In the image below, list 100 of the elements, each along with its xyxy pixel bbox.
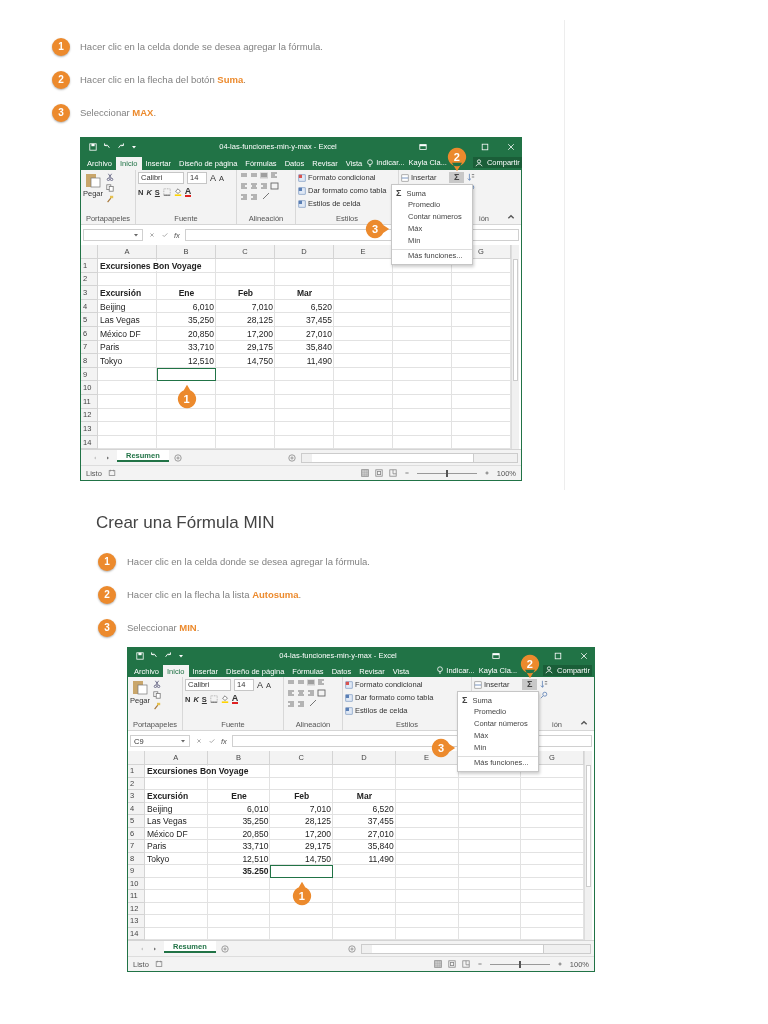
cell-text: 35.250 bbox=[242, 866, 269, 877]
redo-icon[interactable] bbox=[164, 651, 172, 660]
caret-icon[interactable] bbox=[507, 213, 515, 221]
cell-text: Beijing bbox=[100, 301, 126, 312]
cancel-icon[interactable] bbox=[148, 231, 156, 239]
cell-text: Las Vegas bbox=[147, 816, 187, 827]
callout-badge: 1 bbox=[291, 880, 312, 906]
page-break-icon[interactable] bbox=[461, 960, 470, 968]
cell-text: Excursiones Bon Voyage bbox=[100, 260, 202, 271]
font-color-button[interactable]: A bbox=[184, 187, 192, 197]
ribbon-options-icon[interactable] bbox=[419, 142, 427, 151]
table-styles-icon bbox=[298, 173, 306, 182]
add-sheet-icon[interactable] bbox=[173, 453, 182, 462]
caret-icon[interactable] bbox=[178, 652, 184, 659]
redo-icon[interactable] bbox=[117, 142, 125, 151]
vertical-scrollbar[interactable] bbox=[583, 751, 592, 940]
step-number-badge: 1 bbox=[52, 37, 70, 56]
person-icon bbox=[474, 158, 483, 167]
lightbulb-icon bbox=[436, 666, 445, 674]
search-icon[interactable] bbox=[540, 691, 549, 699]
normal-view-icon[interactable] bbox=[433, 960, 442, 968]
autosum-button[interactable]: Σ bbox=[449, 172, 465, 183]
cancel-icon[interactable] bbox=[195, 737, 203, 745]
zoom-in-icon[interactable] bbox=[555, 960, 564, 968]
maximize-icon[interactable] bbox=[481, 142, 489, 151]
sort-icon[interactable] bbox=[540, 680, 549, 688]
zoom-in-icon[interactable] bbox=[482, 469, 491, 478]
cell-text: 14,750 bbox=[247, 355, 273, 366]
cell-text: 29,175 bbox=[247, 342, 273, 353]
ribbon-options-icon[interactable] bbox=[492, 651, 500, 660]
cell-text: 7,010 bbox=[309, 803, 332, 814]
scissors-icon[interactable] bbox=[106, 173, 114, 181]
fill-bucket-icon[interactable] bbox=[173, 188, 182, 196]
add-sheet-icon[interactable] bbox=[220, 944, 229, 953]
macro-icon[interactable] bbox=[107, 469, 116, 478]
add-icon[interactable] bbox=[348, 944, 356, 953]
table-styles-icon bbox=[345, 693, 353, 702]
cell-text: 33,710 bbox=[242, 841, 269, 852]
cell-text: Ene bbox=[231, 791, 247, 802]
scissors-icon[interactable] bbox=[153, 680, 161, 688]
enter-icon[interactable] bbox=[161, 231, 169, 239]
undo-icon[interactable] bbox=[103, 142, 111, 151]
step-text: Seleccionar MIN. bbox=[127, 622, 200, 633]
step-text: Hacer clic en la flecha la lista Autosuma. bbox=[127, 589, 302, 600]
horizontal-scrollbar[interactable] bbox=[361, 943, 591, 954]
table-styles-icon bbox=[345, 706, 353, 715]
paintbrush-icon[interactable] bbox=[106, 195, 114, 203]
cell-text: México DF bbox=[100, 328, 141, 339]
page-break-icon[interactable] bbox=[388, 469, 397, 478]
cell-text: Mar bbox=[356, 791, 372, 802]
copy-icon[interactable] bbox=[153, 691, 161, 699]
zoom-out-icon[interactable] bbox=[475, 960, 484, 968]
borders-icon[interactable] bbox=[162, 188, 171, 196]
grow-font-button[interactable]: A bbox=[257, 680, 263, 690]
step-text: Hacer clic en la celda donde se desea agregar la fórmula. bbox=[127, 556, 370, 567]
close-icon[interactable] bbox=[507, 142, 515, 151]
vertical-scrollbar[interactable] bbox=[511, 245, 519, 450]
macro-icon[interactable] bbox=[154, 960, 163, 968]
sort-icon[interactable] bbox=[467, 173, 476, 181]
cell-text: 29,175 bbox=[305, 841, 332, 852]
cell-text: 28,125 bbox=[247, 315, 273, 326]
horizontal-scrollbar[interactable] bbox=[301, 452, 518, 463]
cell-text: Excursión bbox=[147, 791, 189, 802]
normal-view-icon[interactable] bbox=[360, 469, 369, 478]
cell-text: 7,010 bbox=[251, 301, 273, 312]
name-box[interactable] bbox=[83, 229, 143, 241]
copy-icon[interactable] bbox=[106, 184, 114, 192]
cell-text: 35,840 bbox=[367, 841, 394, 852]
grow-font-button[interactable]: A bbox=[210, 173, 216, 183]
cell-text: 17,200 bbox=[305, 828, 332, 839]
caret-icon[interactable] bbox=[580, 719, 588, 727]
save-icon[interactable] bbox=[136, 651, 144, 660]
step-number-badge: 3 bbox=[98, 618, 116, 637]
borders-icon[interactable] bbox=[209, 695, 218, 703]
page-layout-icon[interactable] bbox=[447, 960, 456, 968]
autosum-button[interactable]: Σ bbox=[522, 679, 538, 690]
cell-text: 20,850 bbox=[188, 328, 214, 339]
paintbrush-icon[interactable] bbox=[153, 702, 161, 710]
table-styles-icon bbox=[298, 186, 306, 195]
insert-cells-icon bbox=[401, 173, 409, 182]
fill-bucket-icon[interactable] bbox=[220, 695, 229, 703]
cell-text: México DF bbox=[147, 828, 188, 839]
maximize-icon[interactable] bbox=[554, 651, 562, 660]
cell-text: Paris bbox=[147, 841, 167, 852]
close-icon[interactable] bbox=[580, 651, 588, 660]
cell-text: Ene bbox=[178, 288, 195, 298]
cell-text: 35,250 bbox=[188, 315, 214, 326]
cell-text: 35,250 bbox=[242, 816, 269, 827]
enter-icon[interactable] bbox=[208, 737, 216, 745]
caret-icon[interactable] bbox=[131, 143, 137, 150]
person-icon bbox=[545, 666, 554, 674]
cell-text: 33,710 bbox=[188, 342, 214, 353]
cell-text: 37,455 bbox=[367, 816, 394, 827]
table-styles-icon bbox=[345, 680, 353, 689]
page-layout-icon[interactable] bbox=[374, 469, 383, 478]
save-icon[interactable] bbox=[89, 142, 97, 151]
undo-icon[interactable] bbox=[150, 651, 158, 660]
cell-text: 6,010 bbox=[247, 803, 269, 814]
font-color-button[interactable]: A bbox=[231, 694, 239, 704]
add-icon[interactable] bbox=[288, 453, 296, 462]
